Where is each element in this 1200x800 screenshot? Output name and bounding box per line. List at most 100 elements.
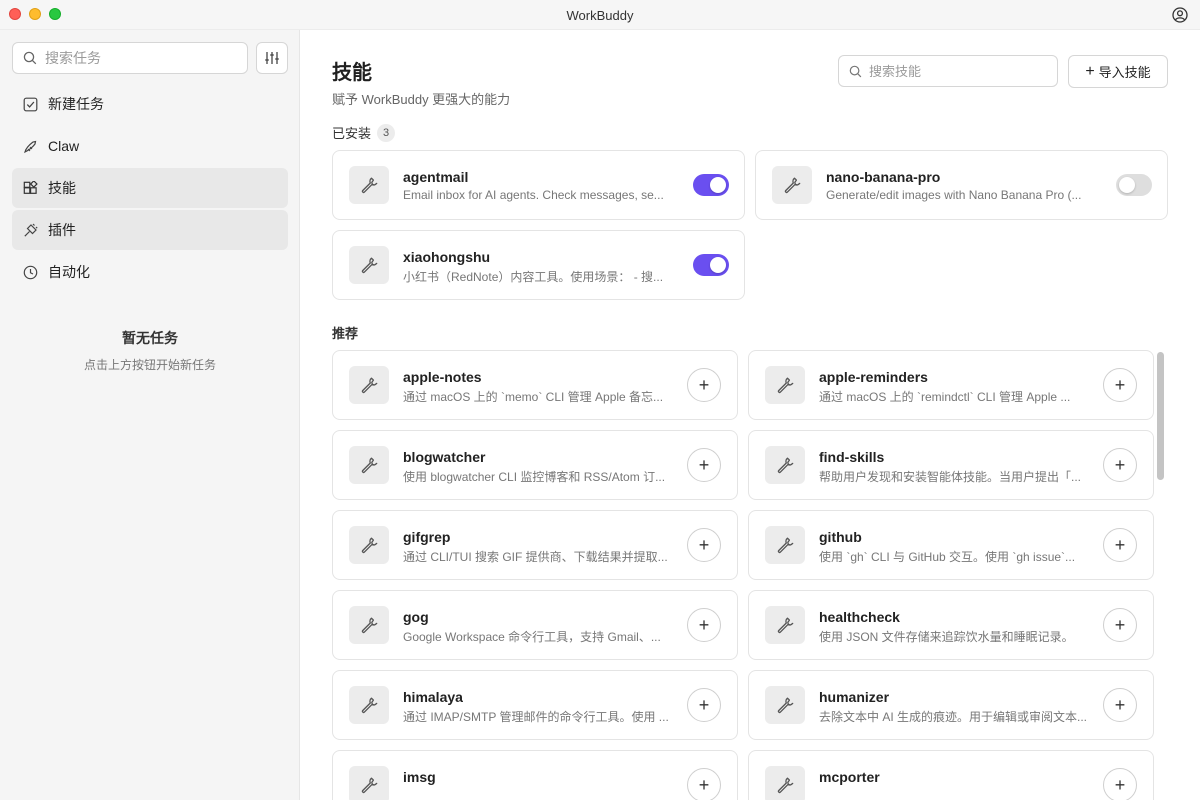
scrollbar-thumb[interactable] [1157,352,1164,480]
add-skill-button[interactable]: + [687,368,721,402]
sidebar-item-label: 技能 [48,180,76,196]
recommended-label: 推荐 [332,326,359,341]
claw-icon [22,138,38,154]
add-skill-button[interactable]: + [687,608,721,642]
skill-description: Email inbox for AI agents. Check message… [403,188,664,202]
recommended-skill-card[interactable]: apple-reminders 通过 macOS 上的 `remindctl` … [748,350,1154,420]
wrench-icon [349,686,389,724]
add-skill-button[interactable]: + [687,528,721,562]
installed-skill-card[interactable]: agentmail Email inbox for AI agents. Che… [332,150,745,220]
wrench-icon [765,686,805,724]
skill-name: mcporter [819,769,880,785]
add-skill-button[interactable]: + [1103,448,1137,482]
recommended-skill-card[interactable]: blogwatcher 使用 blogwatcher CLI 监控博客和 RSS… [332,430,738,500]
plus-icon: + [1114,375,1126,395]
skill-description: Generate/edit images with Nano Banana Pr… [826,188,1082,202]
add-skill-button[interactable]: + [1103,608,1137,642]
installed-skill-card[interactable]: xiaohongshu 小红书（RedNote）内容工具。使用场景： - 搜..… [332,230,745,300]
page-subtitle: 赋予 WorkBuddy 更强大的能力 [332,92,511,107]
add-skill-button[interactable]: + [1103,768,1137,800]
account-icon[interactable] [1172,7,1188,23]
skill-name: gog [403,609,429,625]
skill-description: 通过 IMAP/SMTP 管理邮件的命令行工具。使用 ... [403,710,669,724]
import-skill-label: 导入技能 [1098,65,1151,80]
add-skill-button[interactable]: + [687,688,721,722]
installed-skill-card[interactable]: nano-banana-pro Generate/edit images wit… [755,150,1168,220]
recommended-skill-card[interactable]: apple-notes 通过 macOS 上的 `memo` CLI 管理 Ap… [332,350,738,420]
app-title: WorkBuddy [566,8,634,23]
add-skill-button[interactable]: + [687,768,721,800]
app-window: WorkBuddy 搜索任务 新建任务 Claw 技能 插件 自动化 暂无任务 … [0,0,1200,800]
skill-enable-toggle[interactable] [693,174,729,196]
wrench-icon [349,366,389,404]
skill-name: find-skills [819,449,885,465]
skill-name: himalaya [403,689,463,705]
skill-name: agentmail [403,169,469,185]
sidebar-nav: 新建任务 Claw 技能 插件 自动化 [12,84,288,294]
plus-icon: + [1114,455,1126,475]
skill-name: xiaohongshu [403,249,491,265]
recommended-section-header: 推荐 [332,323,358,342]
wrench-icon [765,766,805,800]
skill-name: healthcheck [819,609,900,625]
plus-icon: + [1114,695,1126,715]
wrench-icon [765,606,805,644]
recommended-skill-card[interactable]: github 使用 `gh` CLI 与 GitHub 交互。使用 `gh is… [748,510,1154,580]
recommended-skill-card[interactable]: gifgrep 通过 CLI/TUI 搜索 GIF 提供商、下载结果并提取...… [332,510,738,580]
plus-icon: + [698,615,710,635]
plus-icon: + [698,375,710,395]
search-icon [23,51,37,65]
skill-description: 去除文本中 AI 生成的痕迹。用于编辑或审阅文本... [819,710,1088,724]
skill-enable-toggle[interactable] [693,254,729,276]
skill-description: 使用 blogwatcher CLI 监控博客和 RSS/Atom 订... [403,470,666,484]
wrench-icon [349,606,389,644]
sidebar-item-label: 插件 [48,222,76,238]
recommended-skill-card[interactable]: mcporter + [748,750,1154,800]
filter-button[interactable] [256,42,288,74]
new-task-icon [22,96,38,112]
sliders-icon [265,52,279,64]
wrench-icon [349,766,389,800]
add-skill-button[interactable]: + [687,448,721,482]
task-search-box[interactable] [12,42,248,74]
add-skill-button[interactable]: + [1103,688,1137,722]
plus-icon: + [698,695,710,715]
sidebar: 新建任务 Claw 技能 插件 [0,30,300,800]
recommended-skill-card[interactable]: find-skills 帮助用户发现和安装智能体技能。当用户提出「... + [748,430,1154,500]
wrench-icon [765,366,805,404]
skill-search-input[interactable] [869,56,1053,86]
add-skill-button[interactable]: + [1103,528,1137,562]
scrollbar[interactable] [1154,350,1166,780]
add-skill-button[interactable]: + [1103,368,1137,402]
sidebar-item-skills[interactable]: 技能 [12,168,288,208]
skill-name: apple-reminders [819,369,928,385]
skill-description: 通过 CLI/TUI 搜索 GIF 提供商、下载结果并提取... [403,550,668,564]
title-bar: WorkBuddy [0,0,1200,30]
recommended-skill-card[interactable]: himalaya 通过 IMAP/SMTP 管理邮件的命令行工具。使用 ... … [332,670,738,740]
recommended-skill-card[interactable]: healthcheck 使用 JSON 文件存储来追踪饮水量和睡眠记录。 + [748,590,1154,660]
plus-icon: + [698,535,710,555]
task-search-input[interactable] [45,43,241,73]
skill-enable-toggle[interactable] [1116,174,1152,196]
recommended-skill-card[interactable]: gog Google Workspace 命令行工具，支持 Gmail、... … [332,590,738,660]
plus-icon: + [1085,62,1095,80]
skill-description: 通过 macOS 上的 `memo` CLI 管理 Apple 备忘... [403,390,664,404]
sidebar-item-new-task[interactable]: 新建任务 [12,84,288,124]
recommended-skill-card[interactable]: imsg + [332,750,738,800]
skill-description: 使用 JSON 文件存储来追踪饮水量和睡眠记录。 [819,630,1074,644]
import-skill-button[interactable]: + 导入技能 [1068,55,1168,88]
skills-icon [22,180,38,196]
skill-description: 使用 `gh` CLI 与 GitHub 交互。使用 `gh issue`... [819,550,1076,564]
search-icon [849,65,862,78]
sidebar-item-plugins[interactable]: 插件 [12,210,288,250]
recommended-skill-card[interactable]: humanizer 去除文本中 AI 生成的痕迹。用于编辑或审阅文本... + [748,670,1154,740]
skill-name: imsg [403,769,436,785]
skill-search-box[interactable] [838,55,1058,87]
sidebar-item-claw[interactable]: Claw [12,126,288,166]
skill-description: Google Workspace 命令行工具，支持 Gmail、... [403,630,661,644]
skill-description: 小红书（RedNote）内容工具。使用场景： - 搜... [403,270,664,284]
sidebar-item-label: Claw [48,138,80,154]
sidebar-item-automation[interactable]: 自动化 [12,252,288,292]
plugin-icon [22,222,38,238]
skill-name: gifgrep [403,529,451,545]
